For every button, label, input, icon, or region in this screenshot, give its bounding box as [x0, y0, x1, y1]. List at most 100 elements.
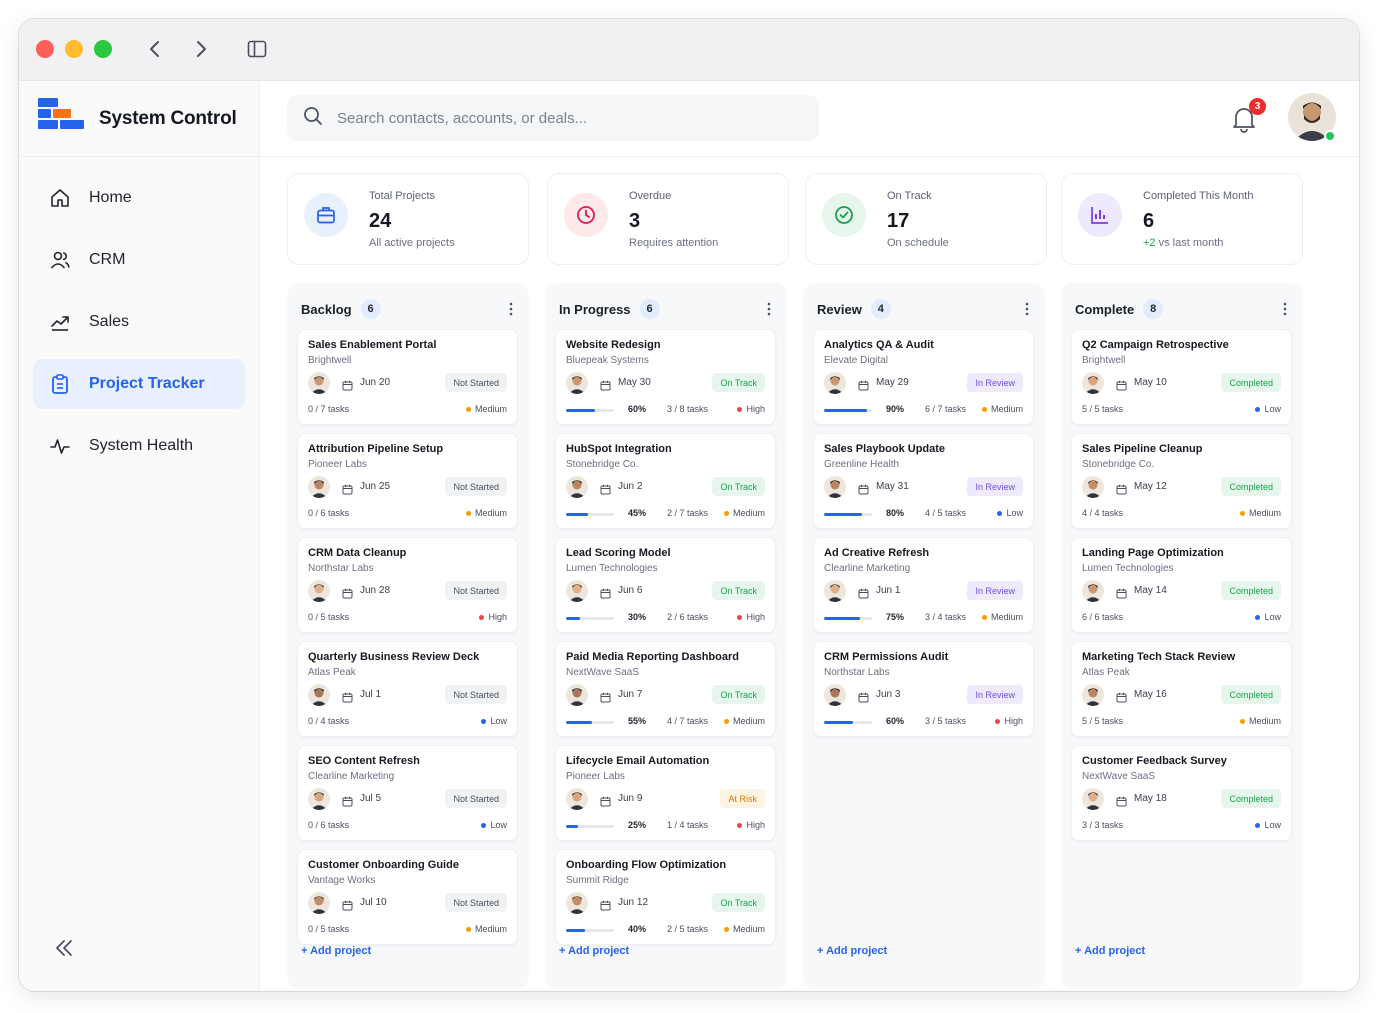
- more-options-icon[interactable]: [1019, 299, 1035, 319]
- assignee-avatar: [1082, 476, 1104, 498]
- project-card[interactable]: Quarterly Business Review Deck Atlas Peak…: [297, 641, 518, 737]
- project-card[interactable]: Onboarding Flow Optimization Summit Ridge…: [555, 849, 776, 945]
- collapse-sidebar-icon[interactable]: [51, 935, 77, 961]
- priority-label: High: [995, 716, 1023, 726]
- project-card[interactable]: Lifecycle Email Automation Pioneer Labs Ju…: [555, 745, 776, 841]
- priority-text: Medium: [474, 508, 507, 518]
- task-count: 0 / 4 tasks: [308, 716, 350, 726]
- stat-value: 3: [629, 210, 641, 232]
- sidebar-item-home[interactable]: Home: [33, 173, 245, 223]
- task-count: 1 / 4 tasks: [667, 820, 709, 830]
- progress-bar: [566, 825, 614, 828]
- progress-bar-fill: [824, 617, 860, 620]
- project-card[interactable]: HubSpot Integration Stonebridge Co. Jun 2 O…: [555, 433, 776, 529]
- sidebar-item-system-health[interactable]: System Health: [33, 421, 245, 471]
- project-card[interactable]: Lead Scoring Model Lumen Technologies Jun …: [555, 537, 776, 633]
- priority-dot: [981, 406, 987, 412]
- priority-dot: [465, 926, 471, 932]
- minimize-window-button[interactable]: [65, 40, 83, 58]
- add-project-button[interactable]: + Add project: [1075, 945, 1145, 957]
- progress-bar: [566, 721, 614, 724]
- project-title: Sales Playbook Update: [824, 443, 946, 455]
- add-project-button[interactable]: + Add project: [559, 945, 629, 957]
- priority-dot: [737, 822, 743, 828]
- progress-bar-fill: [824, 409, 868, 412]
- priority-text: Medium: [474, 404, 507, 414]
- project-client: Greenline Health: [824, 459, 900, 470]
- assignee-avatar: [566, 892, 588, 914]
- due-date: May 14: [1134, 585, 1167, 596]
- column-title: Backlog: [301, 301, 352, 317]
- task-count: 4 / 5 tasks: [925, 508, 967, 518]
- project-card[interactable]: Sales Enablement Portal Brightwell Jun 20 N…: [297, 329, 518, 425]
- search-input[interactable]: [337, 109, 777, 127]
- project-card[interactable]: Sales Playbook Update Greenline Health May…: [813, 433, 1034, 529]
- project-card[interactable]: Analytics QA & Audit Elevate Digital May 2…: [813, 329, 1034, 425]
- more-options-icon[interactable]: [761, 299, 777, 319]
- back-arrow-icon[interactable]: [142, 36, 168, 62]
- sidebar-item-project-tracker[interactable]: Project Tracker: [33, 359, 245, 409]
- project-card[interactable]: SEO Content Refresh Clearline Marketing Ju…: [297, 745, 518, 841]
- project-client: Northstar Labs: [824, 667, 890, 678]
- due-date: May 18: [1134, 793, 1167, 804]
- stat-subtext-label: All active projects: [369, 237, 455, 249]
- maximize-window-button[interactable]: [94, 40, 112, 58]
- calendar-icon: [1116, 586, 1127, 599]
- project-card[interactable]: Customer Onboarding Guide Vantage Works Ju…: [297, 849, 518, 945]
- window-titlebar: [19, 19, 1359, 81]
- project-card[interactable]: Landing Page Optimization Lumen Technolog…: [1071, 537, 1292, 633]
- stat-label: Total Projects: [369, 190, 436, 202]
- sidebar-item-label: CRM: [89, 251, 126, 268]
- stat-label: Completed This Month: [1143, 190, 1254, 202]
- project-card[interactable]: CRM Data Cleanup Northstar Labs Jun 28 Not …: [297, 537, 518, 633]
- sidebar-item-crm[interactable]: CRM: [33, 235, 245, 285]
- project-card[interactable]: Ad Creative Refresh Clearline Marketing Ju…: [813, 537, 1034, 633]
- status-badge: Not Started: [445, 477, 507, 496]
- project-title: Onboarding Flow Optimization: [566, 859, 727, 871]
- search-icon: [303, 106, 323, 131]
- add-project-button[interactable]: + Add project: [301, 945, 371, 957]
- forward-arrow-icon[interactable]: [188, 36, 214, 62]
- priority-dot: [723, 718, 729, 724]
- close-window-button[interactable]: [36, 40, 54, 58]
- stat-change: +2: [1143, 237, 1156, 249]
- assignee-avatar: [308, 892, 330, 914]
- project-card[interactable]: Website Redesign Bluepeak Systems May 30 On…: [555, 329, 776, 425]
- project-card[interactable]: Paid Media Reporting Dashboard NextWave S…: [555, 641, 776, 737]
- priority-dot: [981, 614, 987, 620]
- project-client: Brightwell: [1082, 355, 1126, 366]
- priority-text: Low: [1006, 508, 1023, 518]
- project-title: Customer Onboarding Guide: [308, 859, 459, 871]
- calendar-icon: [342, 586, 353, 599]
- search-bar[interactable]: [287, 95, 819, 141]
- project-card[interactable]: Customer Feedback Survey NextWave SaaS May…: [1071, 745, 1292, 841]
- due-date: Jul 1: [360, 689, 382, 700]
- calendar-icon: [858, 586, 869, 599]
- bar-chart-icon: [1078, 193, 1122, 237]
- priority-label: Medium: [981, 612, 1023, 622]
- project-title: Lead Scoring Model: [566, 547, 671, 559]
- sidebar-toggle-icon[interactable]: [244, 36, 270, 62]
- status-badge: On Track: [712, 373, 765, 392]
- sidebar-item-sales[interactable]: Sales: [33, 297, 245, 347]
- project-title: Quarterly Business Review Deck: [308, 651, 480, 663]
- project-card[interactable]: Q2 Campaign Retrospective Brightwell May 1…: [1071, 329, 1292, 425]
- project-client: NextWave SaaS: [1082, 771, 1155, 782]
- priority-label: Low: [1255, 612, 1281, 622]
- column-complete: Complete 8 Q2 Campaign Retrospective Bright…: [1061, 283, 1303, 989]
- priority-label: Medium: [1239, 508, 1281, 518]
- stat-card: Total Projects 24 All active projects: [287, 173, 529, 265]
- project-card[interactable]: Attribution Pipeline Setup Pioneer Labs Ju…: [297, 433, 518, 529]
- more-options-icon[interactable]: [1277, 299, 1293, 319]
- assignee-avatar: [824, 684, 846, 706]
- progress-bar-fill: [566, 513, 588, 516]
- project-card[interactable]: CRM Permissions Audit Northstar Labs Jun 3…: [813, 641, 1034, 737]
- project-card[interactable]: Marketing Tech Stack Review Atlas Peak May…: [1071, 641, 1292, 737]
- brand[interactable]: System Control: [19, 81, 259, 157]
- more-options-icon[interactable]: [503, 299, 519, 319]
- project-card[interactable]: Sales Pipeline Cleanup Stonebridge Co. May…: [1071, 433, 1292, 529]
- add-project-button[interactable]: + Add project: [817, 945, 887, 957]
- progress-percent: 60%: [628, 404, 647, 414]
- priority-dot: [1239, 718, 1245, 724]
- priority-dot: [723, 926, 729, 932]
